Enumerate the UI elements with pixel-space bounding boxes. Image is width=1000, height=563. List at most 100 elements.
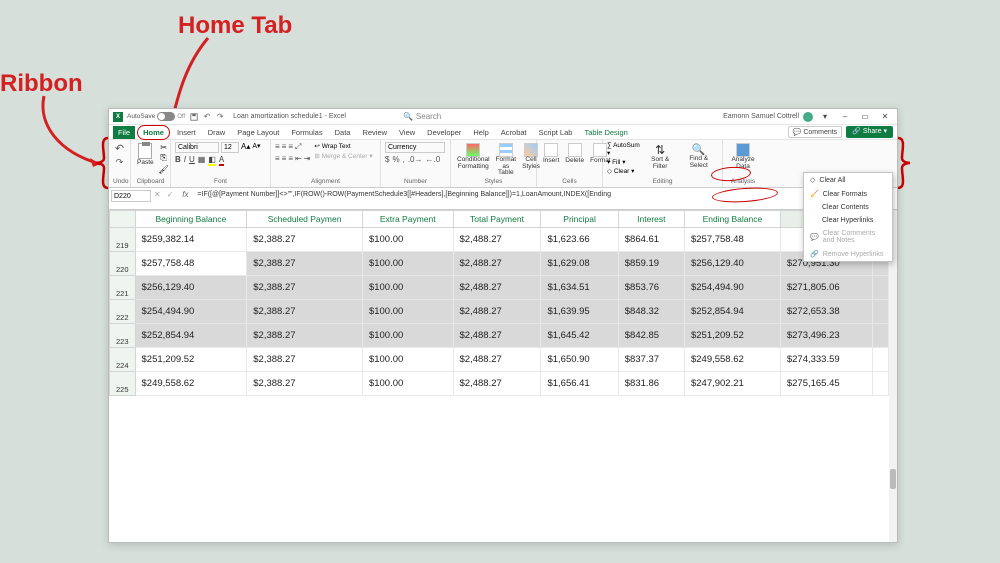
cell[interactable]: $257,758.48 [135,252,247,276]
redo-button[interactable]: ↷ [116,157,124,168]
cell[interactable]: $2,488.27 [453,348,541,372]
cell[interactable]: $2,388.27 [247,300,363,324]
cell[interactable] [873,348,889,372]
autosum-button[interactable]: ∑ AutoSum ▾ [607,142,641,157]
percent-format-icon[interactable]: % [392,155,399,164]
bold-icon[interactable]: B [175,155,181,166]
tab-review[interactable]: Review [357,126,392,139]
tab-data[interactable]: Data [330,126,356,139]
orientation-icon[interactable]: ⤢ [295,142,301,152]
font-color-icon[interactable]: A [219,155,224,166]
cell[interactable]: $2,488.27 [453,252,541,276]
avatar[interactable] [803,112,813,122]
cell[interactable]: $271,805.06 [780,276,872,300]
conditional-formatting-button[interactable]: Conditional Formatting [455,142,492,171]
tab-developer[interactable]: Developer [422,126,466,139]
cell[interactable]: $2,388.27 [247,348,363,372]
accounting-format-icon[interactable]: $ [385,155,389,164]
cell[interactable]: $252,854.94 [684,300,780,324]
wrap-text-button[interactable]: ↩ Wrap Text [314,142,372,150]
clear-button[interactable]: ◇ Clear ▾ [607,167,641,175]
row-header[interactable]: 222 [110,300,136,324]
clear-formats-item[interactable]: 🧹Clear Formats [804,187,892,201]
table-row[interactable]: 219$259,382.14$2,388.27$100.00$2,488.27$… [110,228,889,252]
table-row[interactable]: 221$256,129.40$2,388.27$100.00$2,488.27 $… [110,276,889,300]
col-header[interactable]: Interest [618,211,684,228]
align-right-icon[interactable]: ≡ [288,154,293,163]
align-middle-icon[interactable]: ≡ [282,142,287,152]
spreadsheet-grid[interactable]: Beginning Balance Scheduled Paymen Extra… [109,210,897,542]
number-format-select[interactable]: Currency [385,142,445,153]
table-row[interactable]: 225$249,558.62$2,388.27$100.00$2,488.27$… [110,372,889,396]
cell[interactable]: $257,758.48 [684,228,780,252]
find-select-button[interactable]: 🔍Find & Select [679,142,718,170]
fill-color-icon[interactable]: ◧ [208,155,216,166]
cut-icon[interactable]: ✂ [158,142,170,152]
col-header[interactable]: Beginning Balance [135,211,247,228]
autosave-toggle[interactable] [157,112,175,121]
delete-cells-button[interactable]: Delete [563,142,586,165]
cell[interactable]: $256,129.40 [135,276,247,300]
decrease-decimal-icon[interactable]: ←.0 [425,155,440,164]
font-name-select[interactable]: Calibri [175,142,219,153]
cell[interactable]: $2,388.27 [247,324,363,348]
paste-button[interactable]: Paste [135,142,156,167]
increase-indent-icon[interactable]: ⇥ [304,154,311,163]
cell[interactable] [873,276,889,300]
row-header[interactable]: 225 [110,372,136,396]
enter-formula-icon[interactable]: ✓ [164,190,177,199]
table-row[interactable]: 223$252,854.94$2,388.27$100.00$2,488.27$… [110,324,889,348]
cell[interactable]: $100.00 [362,372,453,396]
row-header[interactable]: 224 [110,348,136,372]
select-all-corner[interactable] [110,211,136,228]
cell[interactable]: $273,496.23 [780,324,872,348]
undo-button[interactable]: ↶ [115,142,124,155]
cell[interactable]: $100.00 [362,276,453,300]
tab-formulas[interactable]: Formulas [286,126,327,139]
tab-script-lab[interactable]: Script Lab [534,126,578,139]
cell[interactable]: $272,653.38 [780,300,872,324]
formula-input[interactable]: =IF([@[Payment Number]]<>"",IF(ROW()-ROW… [194,190,882,200]
col-header[interactable]: Ending Balance [684,211,780,228]
insert-cells-button[interactable]: Insert [541,142,561,165]
border-icon[interactable]: ▦ [198,155,206,166]
name-box[interactable]: D220 [111,190,151,202]
table-row[interactable]: 224$251,209.52$2,388.27$100.00$2,488.27$… [110,348,889,372]
col-header[interactable]: Total Payment [453,211,541,228]
table-row[interactable]: 220$257,758.48$2,388.27$100.00$2,488.27$… [110,252,889,276]
comments-button[interactable]: 💬 Comments [788,126,843,138]
cell[interactable]: $254,494.90 [684,276,780,300]
cell[interactable]: $2,388.27 [247,228,363,252]
tab-view[interactable]: View [394,126,420,139]
search-box[interactable]: 🔍 Search [396,110,448,123]
cell[interactable]: $2,388.27 [247,276,363,300]
cell[interactable]: $837.37 [618,348,684,372]
col-header[interactable]: Extra Payment [362,211,453,228]
cell[interactable] [873,324,889,348]
col-header[interactable]: Principal [541,211,618,228]
cell[interactable]: $1,639.95 [541,300,618,324]
comma-format-icon[interactable]: , [403,155,405,164]
cell[interactable]: $274,333.59 [780,348,872,372]
row-header[interactable]: 221 [110,276,136,300]
row-header[interactable]: 223 [110,324,136,348]
cell[interactable]: $254,494.90 [135,300,247,324]
align-left-icon[interactable]: ≡ [275,154,280,163]
tab-page-layout[interactable]: Page Layout [232,126,284,139]
tab-file[interactable]: File [113,126,135,139]
table-row[interactable]: 222$254,494.90$2,388.27$100.00$2,488.27$… [110,300,889,324]
cell[interactable]: $2,488.27 [453,276,541,300]
cell[interactable]: $251,209.52 [684,324,780,348]
tab-table-design[interactable]: Table Design [579,126,632,139]
cell[interactable]: $256,129.40 [684,252,780,276]
scrollbar-thumb[interactable] [890,469,896,489]
cell[interactable]: $1,650.90 [541,348,618,372]
underline-icon[interactable]: U [189,155,195,166]
decrease-font-icon[interactable]: A▾ [252,142,260,153]
increase-decimal-icon[interactable]: .0→ [408,155,423,164]
cell[interactable]: $842.85 [618,324,684,348]
cell[interactable]: $259,382.14 [135,228,247,252]
increase-font-icon[interactable]: A▴ [241,142,250,153]
row-header[interactable]: 219 [110,228,136,252]
undo-icon[interactable]: ↶ [202,112,212,122]
